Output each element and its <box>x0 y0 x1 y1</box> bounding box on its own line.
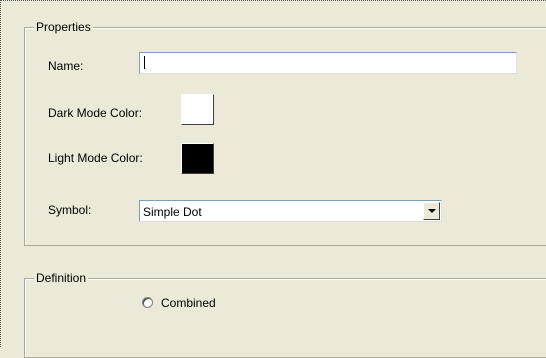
text-caret <box>144 56 145 69</box>
combined-radio-button[interactable] <box>142 297 153 308</box>
dark-mode-color-button[interactable] <box>181 94 214 125</box>
combined-radio-label[interactable]: Combined <box>161 296 216 310</box>
definition-legend: Definition <box>34 271 89 285</box>
light-mode-color-button[interactable] <box>181 143 214 174</box>
symbol-label: Symbol: <box>48 203 92 217</box>
name-input[interactable] <box>139 52 517 74</box>
light-mode-color-label: Light Mode Color: <box>48 151 143 165</box>
dark-mode-color-label: Dark Mode Color: <box>48 106 143 120</box>
dropdown-button[interactable] <box>423 202 440 220</box>
name-label: Name: <box>48 59 84 73</box>
chevron-down-icon <box>428 209 436 213</box>
properties-legend: Properties <box>34 20 93 34</box>
symbol-dropdown[interactable]: Simple Dot <box>139 200 442 222</box>
symbol-dropdown-value: Simple Dot <box>143 205 202 219</box>
definition-groupbox <box>24 278 546 358</box>
